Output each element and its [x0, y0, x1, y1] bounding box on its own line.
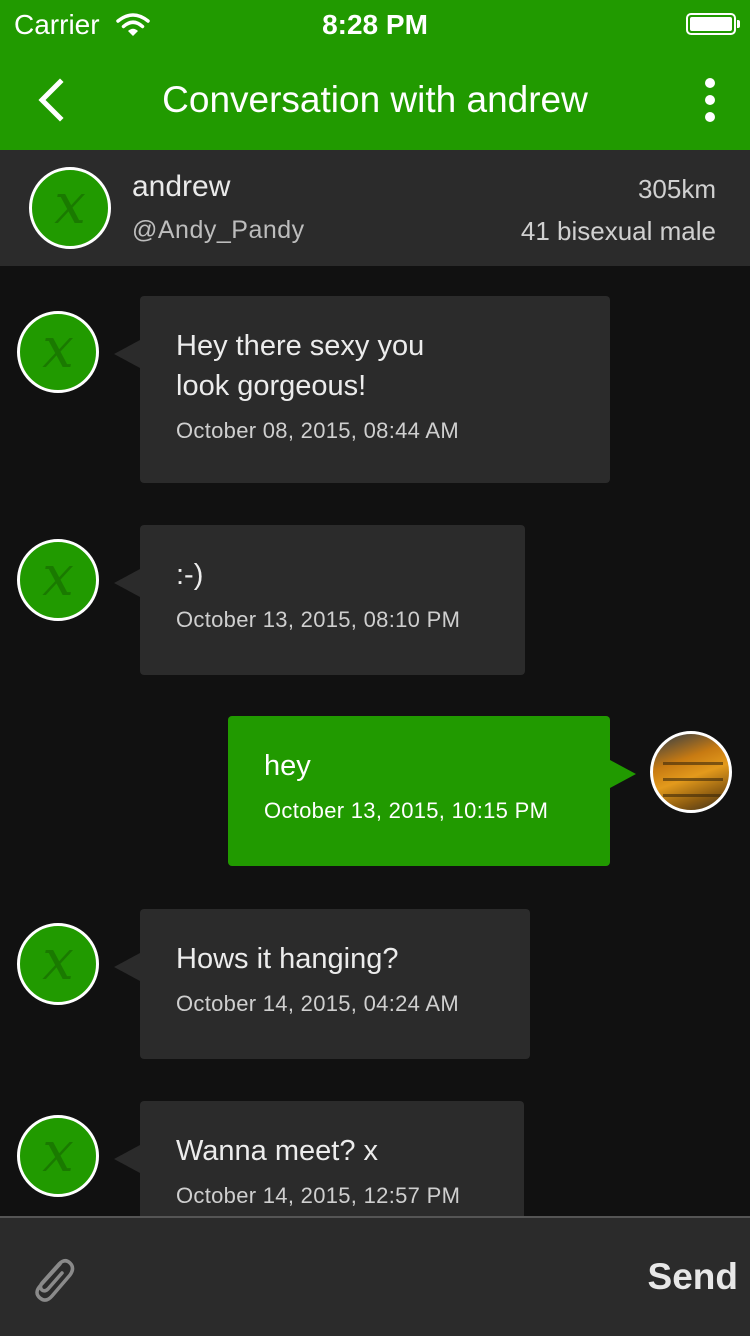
avatar[interactable]: x	[17, 311, 99, 393]
profile-info: 41 bisexual male	[520, 216, 716, 246]
chevron-left-icon[interactable]	[30, 72, 80, 128]
paperclip-icon[interactable]	[24, 1250, 80, 1306]
message-bubble[interactable]: :-) October 13, 2015, 08:10 PM	[114, 525, 525, 675]
message-text: Wanna meet? x	[176, 1135, 379, 1167]
profile-handle: @Andy_Pandy	[132, 216, 305, 244]
message-bubble-outgoing[interactable]: hey October 13, 2015, 10:15 PM	[228, 716, 636, 866]
avatar[interactable]: x	[17, 923, 99, 1005]
message-timestamp: October 13, 2015, 08:10 PM	[176, 607, 461, 632]
message-bubble[interactable]: Wanna meet? x October 14, 2015, 12:57 PM	[114, 1101, 524, 1216]
message-text: Hows it hanging?	[176, 943, 399, 975]
page-title: Conversation with andrew	[162, 79, 588, 120]
message-text: :-)	[176, 559, 204, 591]
message-timestamp: October 14, 2015, 04:24 AM	[176, 991, 459, 1016]
message-text: hey	[264, 750, 311, 782]
avatar[interactable]: x	[17, 539, 99, 621]
avatar[interactable]	[650, 731, 732, 813]
composer-bar: Send	[0, 1216, 750, 1336]
message-text: Hey there sexy you look gorgeous!	[176, 330, 425, 402]
message-timestamp: October 14, 2015, 12:57 PM	[176, 1183, 461, 1208]
message-bubble[interactable]: Hey there sexy you look gorgeous! Octobe…	[114, 296, 610, 483]
message-timestamp: October 08, 2015, 08:44 AM	[176, 418, 459, 443]
battery-icon	[686, 13, 740, 35]
avatar[interactable]: x	[17, 1115, 99, 1197]
profile-distance: 305km	[637, 174, 716, 204]
message-list[interactable]: x Hey there sexy you look gorgeous! Octo…	[0, 266, 750, 1216]
message-timestamp: October 13, 2015, 10:15 PM	[264, 798, 549, 823]
nav-bar: Conversation with andrew	[0, 50, 750, 150]
more-vertical-icon[interactable]	[700, 78, 720, 122]
profile-name: andrew	[132, 170, 231, 203]
status-bar: Carrier 8:28 PM	[0, 0, 750, 50]
avatar[interactable]: x	[29, 167, 111, 249]
profile-header[interactable]: x andrew @Andy_Pandy 305km 41 bisexual m…	[0, 150, 750, 266]
send-button[interactable]: Send	[648, 1256, 738, 1298]
status-time: 8:28 PM	[322, 9, 428, 40]
top-bar: Carrier 8:28 PM Conversation with andrew	[0, 0, 750, 150]
message-bubble[interactable]: Hows it hanging? October 14, 2015, 04:24…	[114, 909, 530, 1059]
